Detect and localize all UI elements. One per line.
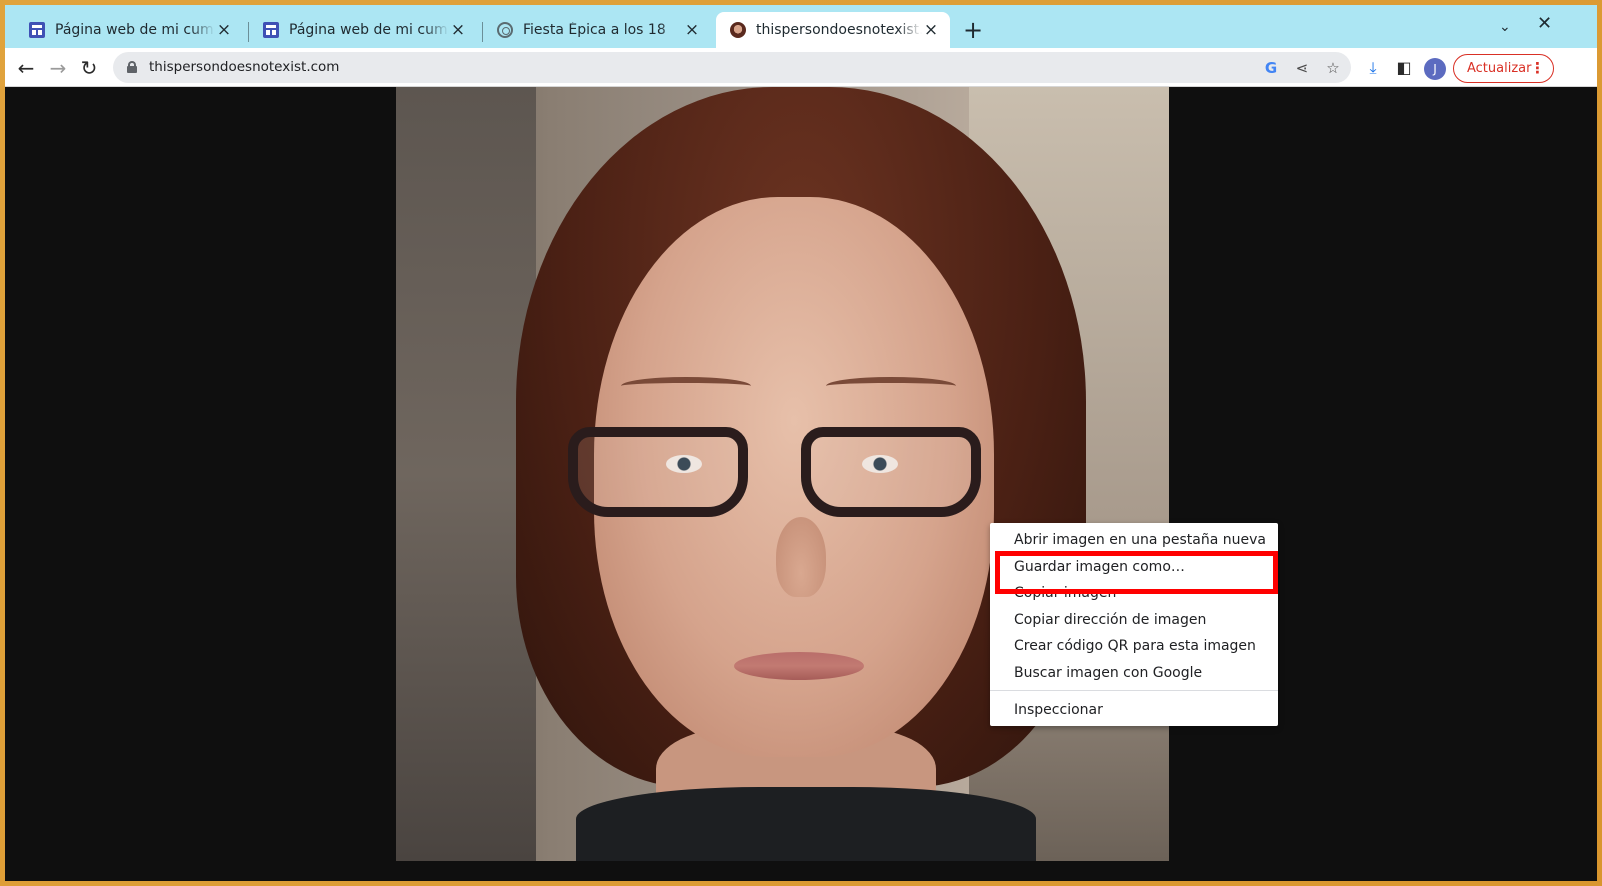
photo-background xyxy=(396,87,536,861)
download-icon[interactable]: ⤓ xyxy=(1362,57,1384,79)
shirt xyxy=(576,787,1036,861)
address-bar[interactable]: thispersondoesnotexist.com G ⋖ ☆ xyxy=(113,52,1351,83)
face-icon xyxy=(730,22,746,38)
tab-title: Página web de mi cumpleaños xyxy=(289,22,449,38)
close-tab-icon[interactable]: × xyxy=(922,21,940,39)
menu-search-image-google[interactable]: Buscar imagen con Google xyxy=(990,660,1278,686)
tab-title: Página web de mi cumpleaños xyxy=(55,22,215,38)
menu-dots-icon[interactable]: ⋮ xyxy=(1530,55,1545,82)
tab-thispersondoesnotexist[interactable]: thispersondoesnotexist.com × xyxy=(716,12,950,48)
eyebrow xyxy=(826,377,956,395)
back-icon[interactable]: ← xyxy=(14,56,38,80)
forward-icon[interactable]: → xyxy=(46,56,70,80)
browser-window: Página web de mi cumpleaños × Página web… xyxy=(5,5,1597,881)
generated-face-image[interactable] xyxy=(396,87,1169,861)
menu-open-image-new-tab[interactable]: Abrir imagen en una pestaña nueva xyxy=(990,527,1278,553)
update-button[interactable]: Actualizar ⋮ xyxy=(1453,54,1554,83)
update-label: Actualizar xyxy=(1467,61,1532,76)
menu-inspect[interactable]: Inspeccionar xyxy=(990,697,1278,723)
tab-title: Fiesta Épica a los 18 xyxy=(523,22,666,38)
highlight-box xyxy=(995,551,1278,594)
glasses-lens xyxy=(801,427,981,517)
doc-icon xyxy=(263,22,279,38)
url-text[interactable]: thispersondoesnotexist.com xyxy=(149,59,339,75)
close-window-icon[interactable]: ✕ xyxy=(1537,13,1552,34)
close-tab-icon[interactable]: × xyxy=(449,21,467,39)
eye xyxy=(666,455,702,473)
mouth xyxy=(734,652,864,680)
menu-divider xyxy=(990,690,1278,691)
page-content xyxy=(5,87,1597,881)
glasses-lens xyxy=(568,427,748,517)
share-icon[interactable]: ⋖ xyxy=(1292,58,1312,78)
menu-create-qr-code[interactable]: Crear código QR para esta imagen xyxy=(990,633,1278,659)
new-tab-button[interactable]: + xyxy=(960,17,986,43)
profile-avatar[interactable]: J xyxy=(1424,58,1446,80)
side-panel-icon[interactable]: ◧ xyxy=(1393,57,1415,79)
tab-search-icon[interactable]: ⌄ xyxy=(1499,19,1511,35)
doc-icon xyxy=(29,22,45,38)
eyebrow xyxy=(621,377,751,395)
tab-title: thispersondoesnotexist.com xyxy=(756,22,922,38)
toolbar: ← → ↻ thispersondoesnotexist.com G ⋖ ☆ ⤓… xyxy=(5,48,1597,87)
menu-copy-image-address[interactable]: Copiar dirección de imagen xyxy=(990,607,1278,633)
tab-birthday-2[interactable]: Página web de mi cumpleaños × xyxy=(249,12,477,48)
google-lens-icon[interactable]: G xyxy=(1261,58,1281,78)
tab-birthday-1[interactable]: Página web de mi cumpleaños × xyxy=(15,12,243,48)
tab-fiesta[interactable]: Fiesta Épica a los 18 × xyxy=(483,12,711,48)
nose xyxy=(776,517,826,597)
chatgpt-icon xyxy=(497,22,513,38)
bookmark-star-icon[interactable]: ☆ xyxy=(1323,58,1343,78)
tab-strip: Página web de mi cumpleaños × Página web… xyxy=(5,5,1597,48)
eye xyxy=(862,455,898,473)
close-tab-icon[interactable]: × xyxy=(215,21,233,39)
reload-icon[interactable]: ↻ xyxy=(77,56,101,80)
lock-icon[interactable] xyxy=(127,61,137,73)
close-tab-icon[interactable]: × xyxy=(683,21,701,39)
